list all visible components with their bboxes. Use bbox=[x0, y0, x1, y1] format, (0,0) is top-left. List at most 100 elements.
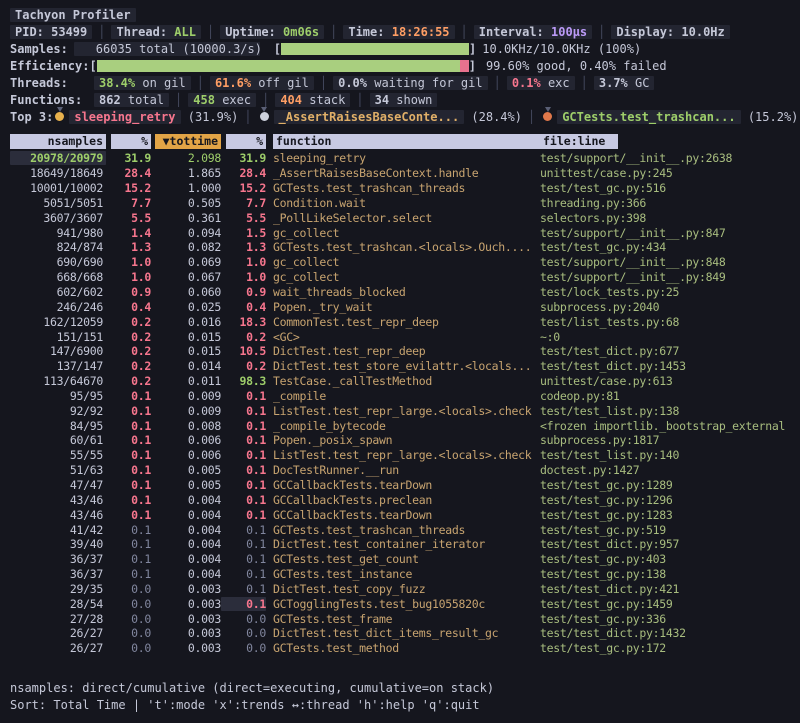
table-row[interactable]: 29/350.00.0030.1DictTest.test_copy_fuzzt… bbox=[10, 581, 790, 596]
tottime-cell: 0.003 bbox=[151, 582, 221, 596]
footer: nsamples: direct/cumulative (direct=exec… bbox=[10, 680, 790, 714]
table-row[interactable]: 151/1510.20.0150.2<GC>~:0 bbox=[10, 329, 790, 344]
nsamples-cell: 26/27 bbox=[10, 641, 106, 655]
separator-icon: │ bbox=[314, 76, 333, 90]
function-cell: DictTest.test_copy_fuzz bbox=[266, 582, 534, 596]
table-row[interactable]: 41/420.10.0040.1GCTests.test_trashcan_th… bbox=[10, 522, 790, 537]
functions-stat-label: shown bbox=[389, 93, 432, 107]
column-header-function[interactable]: function bbox=[273, 134, 541, 149]
table-row[interactable]: 95/950.10.0090.1_compilecodeop.py:81 bbox=[10, 389, 790, 404]
function-cell: DictTest.test_repr_deep bbox=[266, 344, 534, 358]
nsamples-cell: 51/63 bbox=[10, 463, 106, 477]
tottime-cell: 0.009 bbox=[151, 404, 221, 418]
thread-stat-label: off gil bbox=[251, 76, 309, 90]
table-row[interactable]: 3607/36075.50.3615.5_PollLikeSelector.se… bbox=[10, 210, 790, 225]
table-row[interactable]: 941/9801.40.0941.5gc_collecttest/support… bbox=[10, 225, 790, 240]
cum-pct-cell: 1.0 bbox=[221, 255, 266, 269]
column-header-cum-pct[interactable]: % bbox=[226, 134, 266, 149]
table-row[interactable]: 602/6020.90.0600.9wait_threads_blockedte… bbox=[10, 285, 790, 300]
samples-label: Samples: bbox=[10, 42, 68, 56]
column-header-file-line[interactable]: file:line bbox=[540, 134, 618, 149]
column-header-nsamples[interactable]: nsamples bbox=[10, 134, 106, 149]
nsamples-cell: 27/28 bbox=[10, 612, 106, 626]
cum-pct-cell: 1.3 bbox=[221, 240, 266, 254]
status-item-label: Interval: bbox=[479, 25, 551, 39]
tachyon-profiler-app: Tachyon Profiler PID: 53499│Thread: ALL│… bbox=[0, 0, 800, 723]
table-row[interactable]: 26/270.00.0030.0GCTests.test_methodtest/… bbox=[10, 641, 790, 656]
function-cell: ListTest.test_repr_large.<locals>.check bbox=[266, 448, 534, 462]
column-header-tottime[interactable]: ▼tottime bbox=[155, 134, 221, 149]
function-table: nsamples% ▼tottime% functionfile:line 2097… bbox=[10, 133, 790, 656]
table-row[interactable]: 84/950.10.0080.1_compile_bytecode<frozen… bbox=[10, 418, 790, 433]
table-row[interactable]: 162/120590.20.01618.3CommonTest.test_rep… bbox=[10, 314, 790, 329]
file-line-cell: unittest/case.py:613 bbox=[534, 374, 790, 388]
table-body: 20978/2097931.92.09831.9sleeping_retryte… bbox=[10, 151, 790, 656]
top3-label: Top 3: bbox=[10, 110, 53, 124]
tottime-cell: 0.004 bbox=[151, 537, 221, 551]
table-row[interactable]: 20978/2097931.92.09831.9sleeping_retryte… bbox=[10, 151, 790, 166]
table-row[interactable]: 43/460.10.0040.1GCCallbackTests.tearDown… bbox=[10, 507, 790, 522]
table-row[interactable]: 27/280.00.0030.0GCTests.test_frametest/t… bbox=[10, 611, 790, 626]
file-line-cell: test/list_tests.py:68 bbox=[534, 315, 790, 329]
file-line-cell: selectors.py:398 bbox=[534, 211, 790, 225]
direct-pct-cell: 1.0 bbox=[106, 255, 151, 269]
table-row[interactable]: 60/610.10.0060.1Popen._posix_spawnsubpro… bbox=[10, 433, 790, 448]
tottime-cell: 0.505 bbox=[151, 196, 221, 210]
nsamples-cell: 26/27 bbox=[10, 626, 106, 640]
function-cell: gc_collect bbox=[266, 270, 534, 284]
direct-pct-cell: 0.0 bbox=[106, 582, 151, 596]
table-row[interactable]: 824/8741.30.0821.3GCTests.test_trashcan.… bbox=[10, 240, 790, 255]
nsamples-cell: 162/12059 bbox=[10, 315, 106, 329]
table-row[interactable]: 690/6901.00.0691.0gc_collecttest/support… bbox=[10, 255, 790, 270]
nsamples-cell: 43/46 bbox=[10, 493, 106, 507]
nsamples-cell: 246/246 bbox=[10, 300, 106, 314]
threads-row: Threads:38.4% on gil│61.6% off gil│0.0% … bbox=[10, 74, 790, 91]
table-row[interactable]: 668/6681.00.0671.0gc_collecttest/support… bbox=[10, 270, 790, 285]
thread-stat: 0.1% exc bbox=[507, 76, 575, 90]
thread-stat-label: on gil bbox=[135, 76, 186, 90]
thread-label: Threads: bbox=[10, 76, 94, 90]
table-row[interactable]: 43/460.10.0040.1GCCallbackTests.preclean… bbox=[10, 492, 790, 507]
separator-icon: │ bbox=[238, 110, 257, 124]
nsamples-cell: 60/61 bbox=[10, 433, 106, 447]
tottime-cell: 0.015 bbox=[151, 344, 221, 358]
function-cell: _PollLikeSelector.select bbox=[266, 211, 534, 225]
table-row[interactable]: 113/646700.20.01198.3TestCase._callTestM… bbox=[10, 374, 790, 389]
table-row[interactable]: 92/920.10.0090.1ListTest.test_repr_large… bbox=[10, 403, 790, 418]
table-row[interactable]: 147/69000.20.01510.5DictTest.test_repr_d… bbox=[10, 344, 790, 359]
table-row[interactable]: 51/630.10.0050.1DocTestRunner.__rundocte… bbox=[10, 463, 790, 478]
nsamples-cell: 84/95 bbox=[10, 419, 106, 433]
tottime-cell: 1.865 bbox=[151, 166, 221, 180]
table-row[interactable]: 36/370.10.0040.1GCTests.test_instancetes… bbox=[10, 567, 790, 582]
table-row[interactable]: 28/540.00.0030.1GCTogglingTests.test_bug… bbox=[10, 596, 790, 611]
file-line-cell: test/test_dict.py:1453 bbox=[534, 359, 790, 373]
top3-item-name: GCTests.test_trashcan... bbox=[557, 110, 740, 124]
file-line-cell: test/test_list.py:138 bbox=[534, 404, 790, 418]
status-item-label: Thread: bbox=[116, 25, 174, 39]
table-row[interactable]: 39/400.10.0040.1DictTest.test_container_… bbox=[10, 537, 790, 552]
table-row[interactable]: 55/550.10.0060.1ListTest.test_repr_large… bbox=[10, 448, 790, 463]
table-row[interactable]: 137/1470.20.0140.2DictTest.test_store_ev… bbox=[10, 359, 790, 374]
nsamples-cell: 20978/20979 bbox=[10, 151, 106, 165]
table-row[interactable]: 18649/1864928.41.86528.4_AssertRaisesBas… bbox=[10, 166, 790, 181]
table-row[interactable]: 5051/50517.70.5057.7Condition.waitthread… bbox=[10, 196, 790, 211]
direct-pct-cell: 0.1 bbox=[106, 523, 151, 537]
separator-icon: │ bbox=[592, 25, 611, 39]
file-line-cell: test/support/__init__.py:847 bbox=[534, 226, 790, 240]
top3-item-pct: (15.2%) bbox=[741, 110, 799, 124]
table-row[interactable]: 10001/1000215.21.00015.2GCTests.test_tra… bbox=[10, 181, 790, 196]
function-cell: Popen._posix_spawn bbox=[266, 433, 534, 447]
cum-pct-cell: 0.0 bbox=[221, 626, 266, 640]
tottime-cell: 0.003 bbox=[151, 641, 221, 655]
tottime-cell: 0.006 bbox=[151, 433, 221, 447]
table-row[interactable]: 26/270.00.0030.0DictTest.test_dict_items… bbox=[10, 626, 790, 641]
samples-bar bbox=[281, 43, 469, 55]
direct-pct-cell: 31.9 bbox=[106, 151, 151, 165]
nsamples-cell: 43/46 bbox=[10, 508, 106, 522]
table-row[interactable]: 246/2460.40.0250.4Popen._try_waitsubproc… bbox=[10, 299, 790, 314]
gold-medal-icon bbox=[55, 112, 64, 121]
column-header-direct-pct[interactable]: % bbox=[111, 134, 151, 149]
table-row[interactable]: 47/470.10.0050.1GCCallbackTests.tearDown… bbox=[10, 478, 790, 493]
thread-stat: 3.7% GC bbox=[594, 76, 655, 90]
table-row[interactable]: 36/370.10.0040.1GCTests.test_get_countte… bbox=[10, 552, 790, 567]
